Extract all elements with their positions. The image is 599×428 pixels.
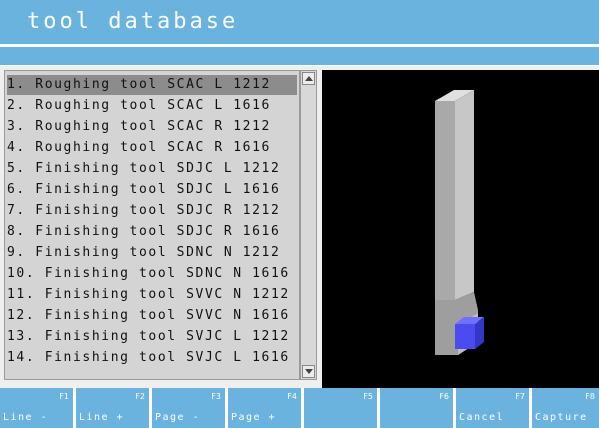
shank-left-face [435,101,455,300]
window-title: tool database [27,9,239,34]
softkey-f2-line-plus[interactable]: F2 Line + [76,388,149,428]
softkey-f5[interactable]: F5 [304,388,377,428]
softkey-label: Capture [535,412,588,423]
tool-list-item[interactable]: 8. Finishing tool SDJC R 1616 [7,222,297,242]
shank-right-face [455,90,474,300]
chevron-down-icon [305,369,313,374]
softkey-bar: F1 Line - F2 Line + F3 Page - F4 Page + … [0,388,599,428]
tool-list-item[interactable]: 11. Finishing tool SVVC N 1212 [7,285,297,305]
tool-list-item[interactable]: 4. Roughing tool SCAC R 1616 [7,138,297,158]
subtitle-bar [0,47,599,65]
softkey-f4-page-plus[interactable]: F4 Page + [228,388,301,428]
main-panel: 1. Roughing tool SCAC L 1212 2. Roughing… [0,66,599,388]
softkey-number: F1 [59,392,69,401]
title-bar: tool database [0,0,599,46]
softkey-f1-line-minus[interactable]: F1 Line - [0,388,73,428]
insert-front-face [455,324,475,349]
tool-list-scrollbar[interactable] [300,70,317,380]
softkey-number: F2 [135,392,145,401]
tool-list-item[interactable]: 12. Finishing tool SVVC N 1616 [7,306,297,326]
softkey-number: F6 [439,392,449,401]
title-underline [0,44,599,46]
tool-list-item[interactable]: 5. Finishing tool SDJC L 1212 [7,159,297,179]
softkey-label: Line - [3,412,49,423]
softkey-number: F8 [585,392,595,401]
softkey-f6[interactable]: F6 [380,388,453,428]
tool-list-item[interactable]: 7. Finishing tool SDJC R 1212 [7,201,297,221]
tool-list-item[interactable]: 2. Roughing tool SCAC L 1616 [7,96,297,116]
tool-list-item[interactable]: 13. Finishing tool SVJC L 1212 [7,327,297,347]
chevron-up-icon [305,76,313,81]
softkey-number: F4 [287,392,297,401]
scroll-down-button[interactable] [302,365,315,378]
softkey-f7-cancel[interactable]: F7 Cancel [456,388,529,428]
softkey-label: Cancel [459,412,505,423]
tool-3d-render [435,90,484,355]
softkey-label: Page + [231,412,277,423]
tool-list-item[interactable]: 10. Finishing tool SDNC N 1616 [7,264,297,284]
softkey-number: F7 [515,392,525,401]
softkey-label: Line + [79,412,125,423]
cutting-insert [455,317,484,349]
tool-list-item[interactable]: 1. Roughing tool SCAC L 1212 [7,75,297,95]
tool-3d-preview [322,70,599,388]
softkey-number: F3 [211,392,221,401]
scroll-up-button[interactable] [302,72,315,85]
softkey-number: F5 [363,392,373,401]
softkey-f3-page-minus[interactable]: F3 Page - [152,388,225,428]
tool-list-item[interactable]: 14. Finishing tool SVJC L 1616 [7,348,297,368]
tool-list-item[interactable]: 6. Finishing tool SDJC L 1616 [7,180,297,200]
tool-holder-shank [435,90,478,355]
softkey-label: Page - [155,412,201,423]
tool-list-item[interactable]: 9. Finishing tool SDNC N 1212 [7,243,297,263]
tool-list[interactable]: 1. Roughing tool SCAC L 1212 2. Roughing… [4,70,300,380]
tool-list-item[interactable]: 3. Roughing tool SCAC R 1212 [7,117,297,137]
softkey-f8-capture[interactable]: F8 Capture [532,388,599,428]
